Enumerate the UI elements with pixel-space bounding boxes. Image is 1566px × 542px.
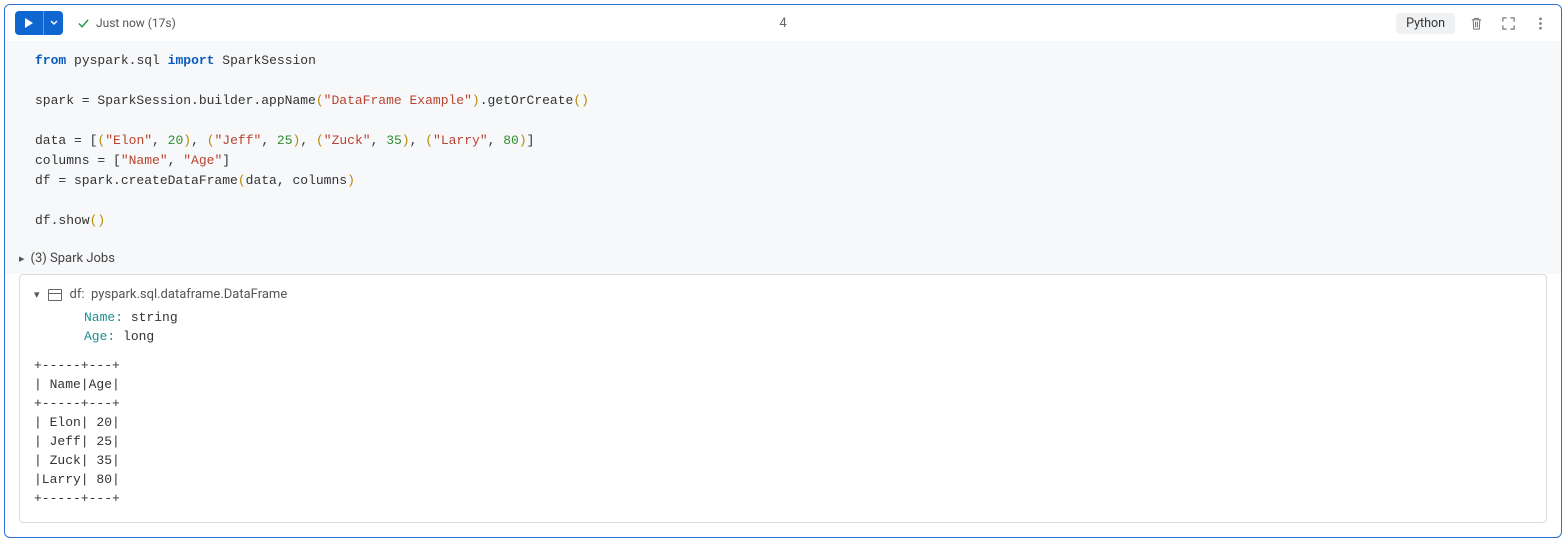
notebook-cell: Just now (17s) 4 Python from pyspark.sql xyxy=(4,4,1562,538)
kebab-icon xyxy=(1533,16,1548,31)
output-panel: df: pyspark.sql.dataframe.DataFrame Name… xyxy=(19,274,1547,523)
caret-down-icon xyxy=(34,285,40,304)
expand-button[interactable] xyxy=(1497,12,1519,34)
trash-icon xyxy=(1469,16,1484,31)
schema-row: Name: string xyxy=(84,308,1534,327)
cell-status: Just now (17s) xyxy=(77,16,176,30)
chevron-down-icon xyxy=(50,19,58,27)
run-button-group xyxy=(15,11,63,35)
schema-row: Age: long xyxy=(84,327,1534,346)
caret-right-icon xyxy=(19,251,25,266)
dataframe-header[interactable]: df: pyspark.sql.dataframe.DataFrame xyxy=(34,285,1534,304)
df-label: df: pyspark.sql.dataframe.DataFrame xyxy=(70,285,288,304)
check-icon xyxy=(77,17,90,30)
toolbar-right: Python xyxy=(1396,12,1551,34)
run-menu-button[interactable] xyxy=(43,11,63,35)
run-button[interactable] xyxy=(15,11,43,35)
schema-block: Name: string Age: long xyxy=(34,308,1534,346)
expand-icon xyxy=(1501,16,1516,31)
language-selector[interactable]: Python xyxy=(1396,13,1455,34)
status-text: Just now (17s) xyxy=(96,16,176,30)
cell-toolbar: Just now (17s) 4 Python xyxy=(5,5,1561,41)
play-icon xyxy=(24,18,34,28)
table-icon xyxy=(48,289,62,301)
spark-jobs-expander[interactable]: (3) Spark Jobs xyxy=(5,245,1561,274)
spark-jobs-label: (3) Spark Jobs xyxy=(31,251,115,266)
delete-button[interactable] xyxy=(1465,12,1487,34)
code-editor[interactable]: from pyspark.sql import SparkSession spa… xyxy=(5,41,1561,245)
more-button[interactable] xyxy=(1529,12,1551,34)
stdout-output: +-----+---+ | Name|Age| +-----+---+ | El… xyxy=(34,356,1534,508)
execution-count: 4 xyxy=(779,16,786,31)
